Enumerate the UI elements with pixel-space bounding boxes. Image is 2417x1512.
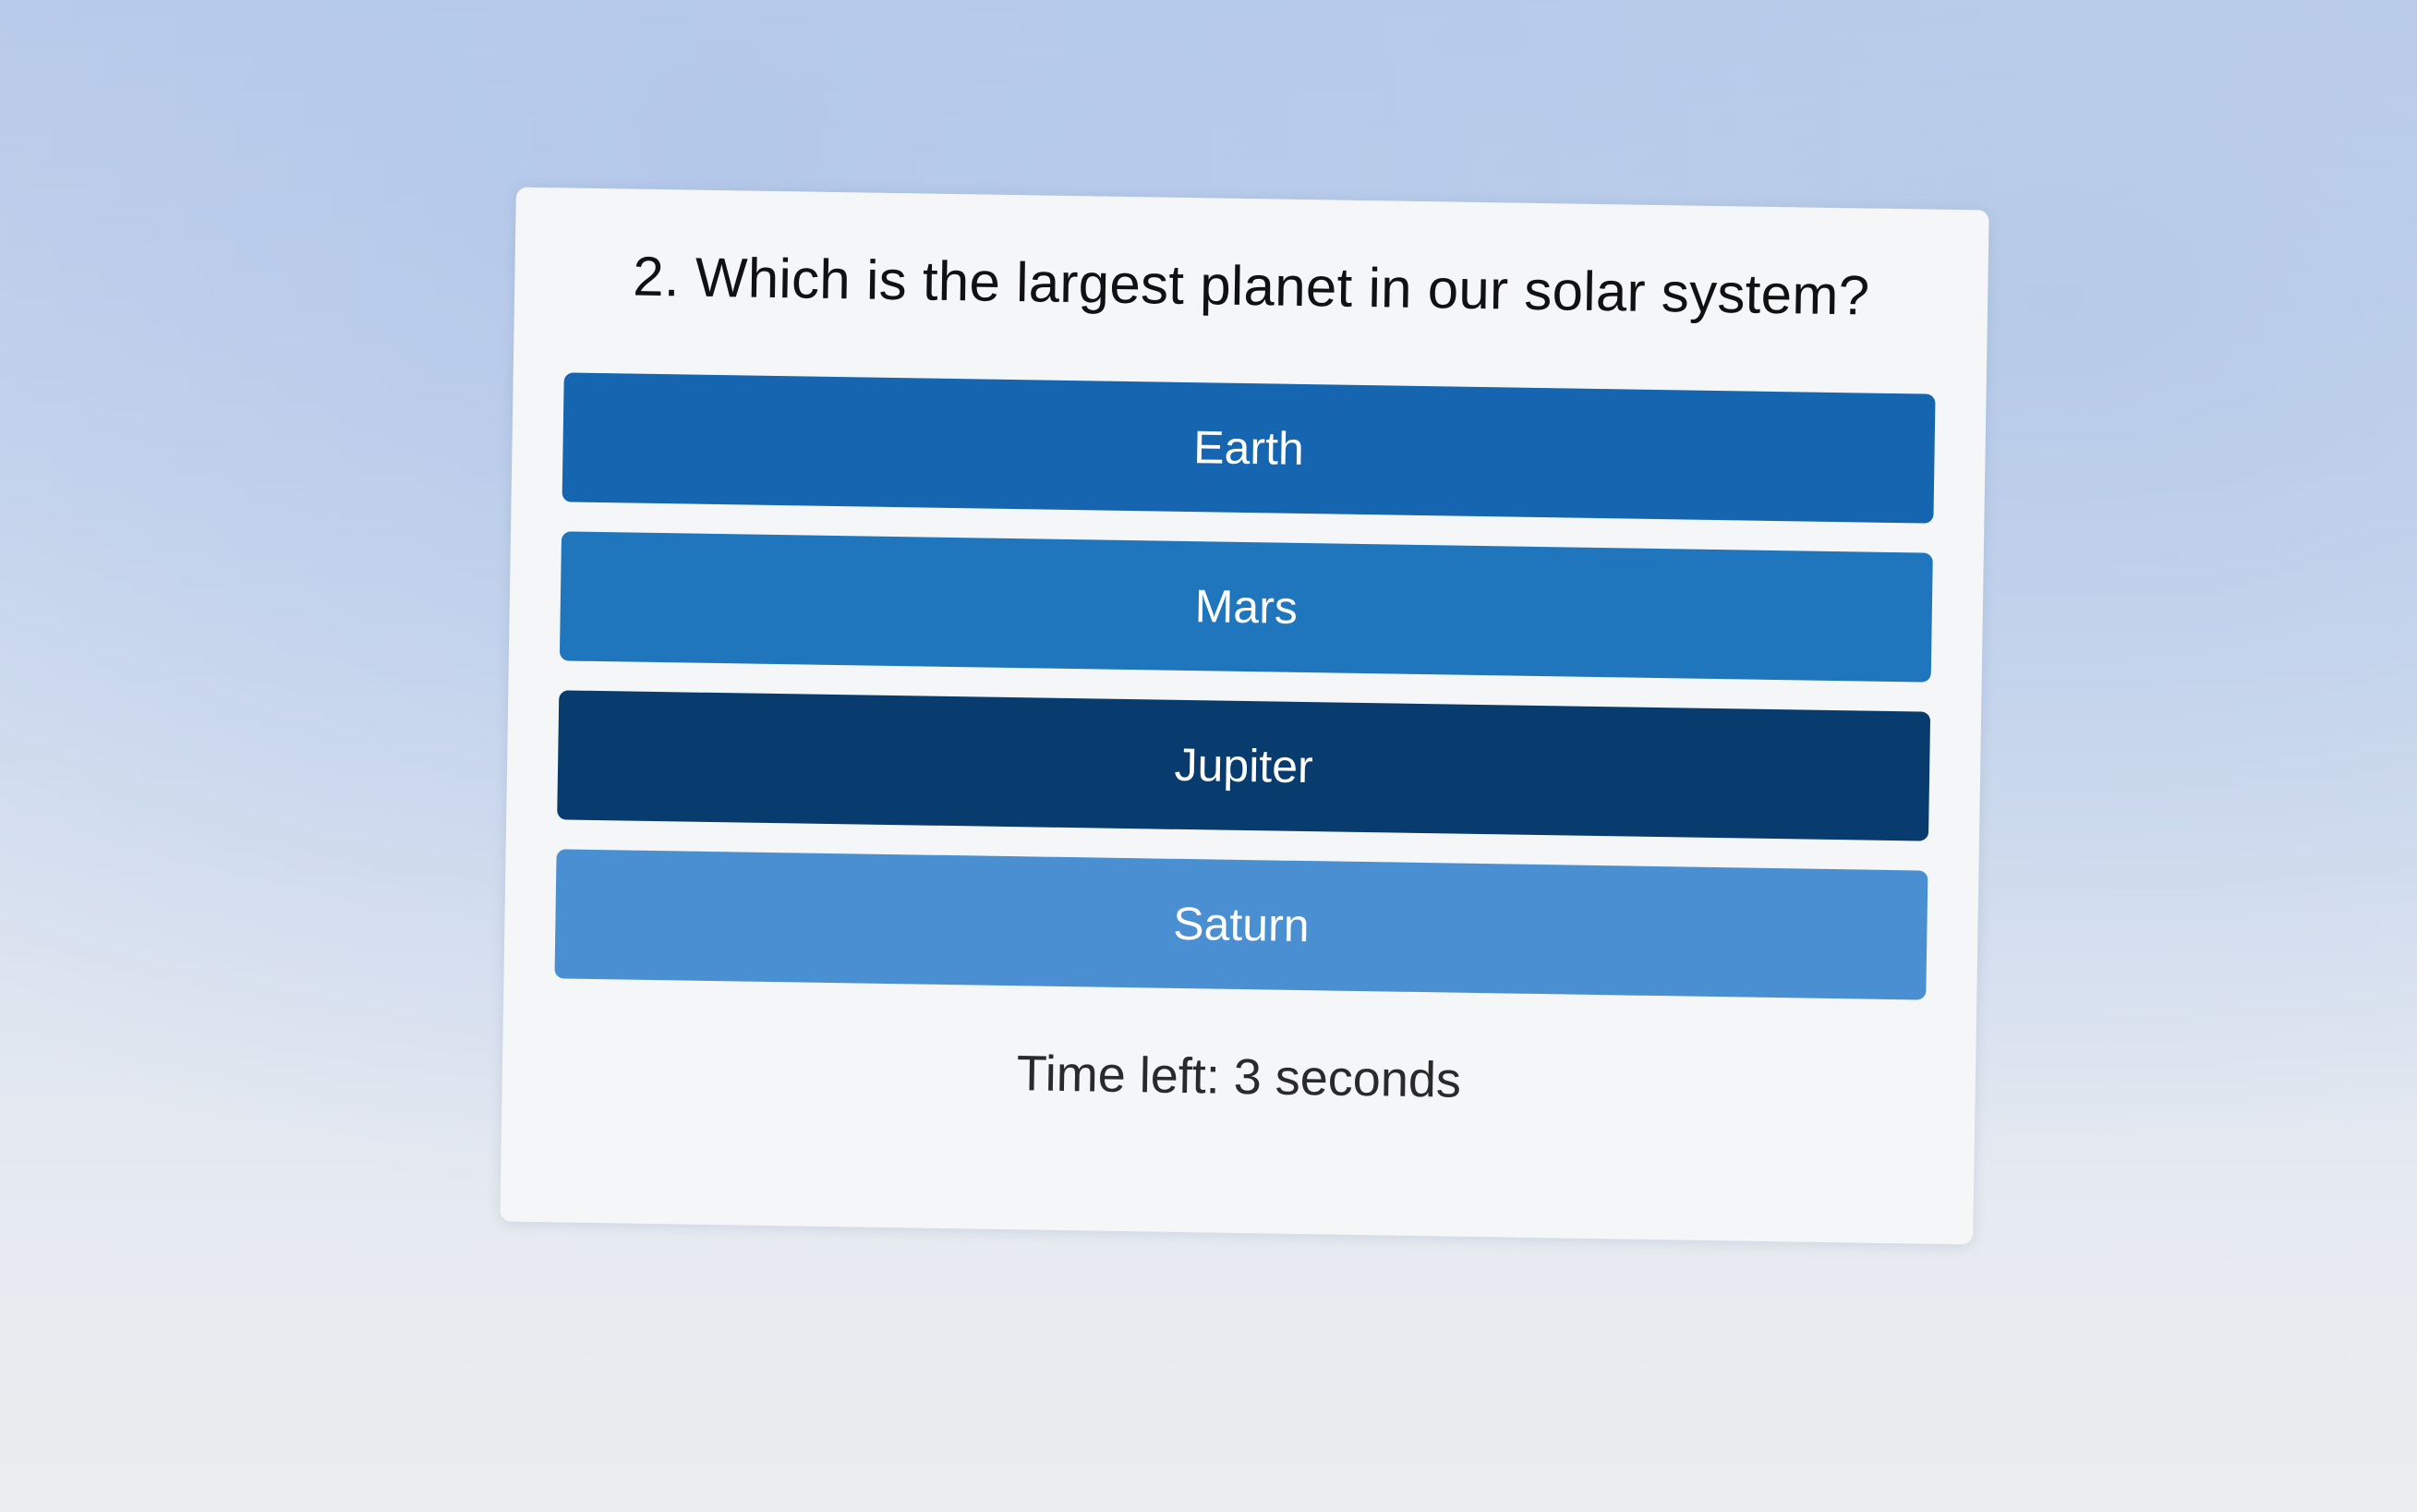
quiz-page: { "quiz": { "question": "2. Which is the… xyxy=(0,0,2417,1512)
question-text: 2. Which is the largest planet in our so… xyxy=(632,245,1870,327)
quiz-card: 2. Which is the largest planet in our so… xyxy=(500,187,1989,1245)
answer-options: Earth Mars Jupiter Saturn xyxy=(554,372,1936,1029)
option-mars-button[interactable]: Mars xyxy=(559,531,1933,683)
time-left-text: Time left: 3 seconds xyxy=(1016,1046,1462,1108)
option-jupiter-button[interactable]: Jupiter xyxy=(557,690,1931,841)
option-saturn-button[interactable]: Saturn xyxy=(554,849,1928,1000)
option-earth-button[interactable]: Earth xyxy=(562,372,1936,524)
